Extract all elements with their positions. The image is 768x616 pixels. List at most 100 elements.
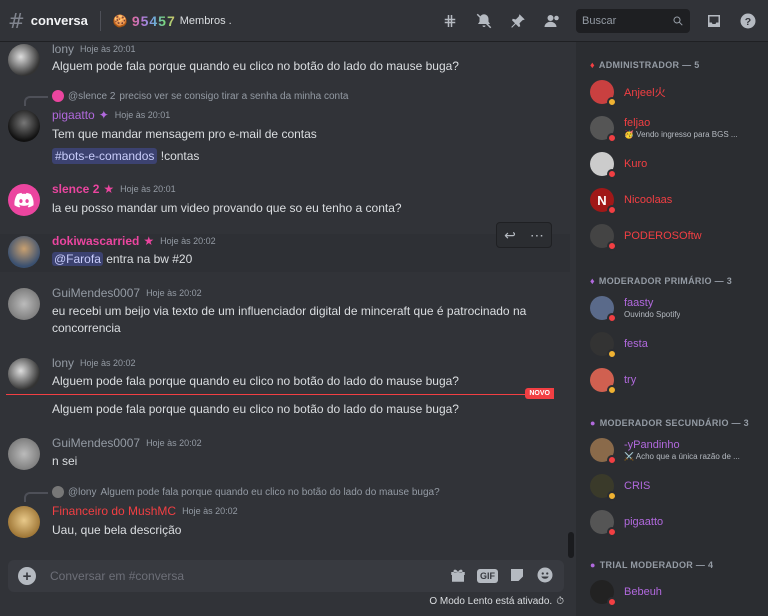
role-label: ADMINISTRADOR — 5 <box>598 60 700 70</box>
status-indicator <box>607 97 617 107</box>
member-name: PODEROSOftw <box>624 230 702 242</box>
username[interactable]: Financeiro do MushMC <box>52 504 176 518</box>
member-item[interactable]: Kuro <box>590 148 766 180</box>
member-activity: 🥳 Vendo ingresso para BGS ... <box>624 130 738 139</box>
reply-text: Alguem pode fala porque quando eu clico … <box>100 486 440 498</box>
timestamp: Hoje às 20:02 <box>80 358 136 368</box>
status-indicator <box>607 241 617 251</box>
member-item[interactable]: CRIS <box>590 470 766 502</box>
pin-icon[interactable] <box>508 11 528 31</box>
username[interactable]: slence 2 <box>52 182 99 196</box>
input-tools: GIF <box>449 566 554 587</box>
boost-icon: ★ <box>143 234 155 248</box>
hashtag-icon: # <box>8 8 25 33</box>
channel-mention[interactable]: #bots-e-comandos <box>52 148 158 164</box>
avatar[interactable] <box>8 506 40 538</box>
avatar[interactable] <box>8 184 40 216</box>
status-indicator <box>607 597 617 607</box>
username[interactable]: lony <box>52 356 74 370</box>
username[interactable]: GuiMendes0007 <box>52 436 140 450</box>
reply-preview[interactable]: @slence 2 preciso ver se consigo tirar a… <box>52 90 348 102</box>
more-icon[interactable]: ⋯ <box>530 227 544 244</box>
member-item[interactable]: feljao 🥳 Vendo ingresso para BGS ... <box>590 112 766 144</box>
timestamp: Hoje às 20:02 <box>160 236 216 246</box>
avatar[interactable] <box>8 110 40 142</box>
member-name: try <box>624 374 637 386</box>
role-icon: ● <box>590 418 596 428</box>
avatar <box>590 80 617 107</box>
avatar <box>590 368 617 395</box>
gift-icon[interactable] <box>449 566 467 587</box>
reply-text: preciso ver se consigo tirar a senha da … <box>119 90 349 102</box>
status-indicator <box>607 385 617 395</box>
reply-username: @slence 2 <box>68 90 116 102</box>
message: GuiMendes0007 Hoje às 20:02 n sei <box>0 436 570 474</box>
emoji-icon[interactable] <box>536 566 554 587</box>
message-text: la eu posso mandar um video provando que… <box>52 201 402 215</box>
topic-count: 95457 <box>131 12 176 29</box>
member-item[interactable]: PODEROSOftw <box>590 220 766 252</box>
member-item[interactable]: Anjeel火 <box>590 76 766 108</box>
avatar[interactable] <box>8 236 40 268</box>
help-icon[interactable]: ? <box>738 11 758 31</box>
mute-bell-icon[interactable] <box>474 11 494 31</box>
timestamp: Hoje às 20:02 <box>146 288 202 298</box>
status-indicator <box>607 133 617 143</box>
member-item[interactable]: Bebeuh <box>590 576 766 608</box>
new-messages-divider: NOVO <box>6 388 554 399</box>
avatar[interactable] <box>8 44 40 76</box>
threads-icon[interactable] <box>440 11 460 31</box>
reply-preview[interactable]: @lony Alguem pode fala porque quando eu … <box>52 486 440 498</box>
role-header: ● MODERADOR SECUNDÁRIO — 3 <box>590 418 749 428</box>
status-indicator <box>607 455 617 465</box>
members-icon[interactable] <box>542 11 562 31</box>
timestamp: Hoje às 20:02 <box>182 506 238 516</box>
avatar[interactable] <box>8 288 40 320</box>
inbox-icon[interactable] <box>704 11 724 31</box>
avatar <box>590 438 617 465</box>
member-item[interactable]: pigaatto <box>590 506 766 538</box>
input-placeholder: Conversar em #conversa <box>50 569 185 583</box>
username[interactable]: lony <box>52 42 74 56</box>
member-name: pigaatto <box>624 516 664 528</box>
username[interactable]: pigaatto <box>52 108 95 122</box>
reply-connector <box>24 96 48 106</box>
sticker-icon[interactable] <box>508 566 526 587</box>
reply-username: @lony <box>68 486 97 498</box>
message: lony Hoje às 20:02 Alguem pode fala porq… <box>0 356 570 420</box>
user-mention[interactable]: @Farofa <box>52 252 103 266</box>
member-name: Bebeuh <box>624 586 662 598</box>
gif-button[interactable]: GIF <box>477 569 498 583</box>
avatar[interactable] <box>8 438 40 470</box>
timestamp: Hoje às 20:01 <box>120 184 176 194</box>
boost-icon: ★ <box>103 182 115 196</box>
role-label: MODERADOR PRIMÁRIO — 3 <box>598 276 733 286</box>
member-item[interactable]: faasty Ouvindo Spotify <box>590 292 766 324</box>
username[interactable]: dokiwascarried <box>52 234 139 248</box>
slow-mode-text: O Modo Lento está ativado. <box>429 596 553 607</box>
message: slence 2 ★ Hoje às 20:01 la eu posso man… <box>0 182 570 220</box>
member-name: Anjeel火 <box>624 87 666 99</box>
scrollbar[interactable] <box>568 532 574 558</box>
role-label: TRIAL MODERADOR — 4 <box>599 560 714 570</box>
member-name: Nicoolaas <box>624 194 673 206</box>
search-placeholder: Buscar <box>582 15 617 27</box>
message-input[interactable]: + Conversar em #conversa GIF <box>8 560 564 592</box>
message-text: Uau, que bela descrição <box>52 523 182 537</box>
member-list[interactable]: ♦ ADMINISTRADOR — 5 Anjeel火 feljao 🥳 Vendo… <box>576 42 768 616</box>
message: lony Hoje às 20:01 Alguem pode fala porq… <box>0 42 570 80</box>
member-item[interactable]: festa <box>590 328 766 360</box>
avatar[interactable] <box>8 358 40 390</box>
member-item[interactable]: try <box>590 364 766 396</box>
command-text: !contas <box>160 149 200 163</box>
add-attachment-icon[interactable]: + <box>18 567 36 585</box>
search-input[interactable]: Buscar <box>576 9 690 33</box>
message-list[interactable]: lony Hoje às 20:01 Alguem pode fala porq… <box>0 42 576 558</box>
member-item[interactable]: -yPandinho ⚔️ Acho que a única razão de .… <box>590 434 766 466</box>
member-activity: ⚔️ Acho que a única razão de ... <box>624 452 740 461</box>
member-item[interactable]: N Nicoolaas <box>590 184 766 216</box>
avatar <box>590 296 617 323</box>
status-indicator <box>607 205 617 215</box>
username[interactable]: GuiMendes0007 <box>52 286 140 300</box>
reply-icon[interactable]: ↩ <box>504 227 516 244</box>
